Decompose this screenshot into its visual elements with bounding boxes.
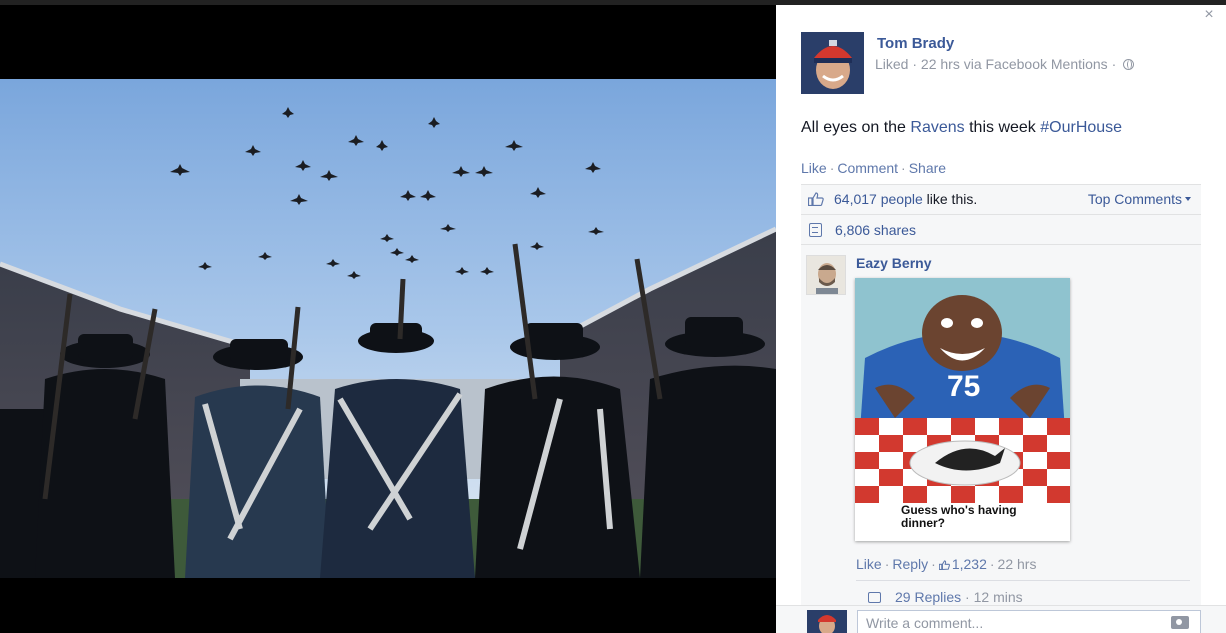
likes-people-link[interactable]: 64,017 people — [834, 191, 923, 207]
replies-count[interactable]: 29 Replies — [895, 589, 961, 605]
post-text: All eyes on the Ravens this week #OurHou… — [801, 119, 1122, 137]
viewer-avatar — [807, 610, 847, 633]
like-link[interactable]: Like — [801, 160, 827, 176]
likes-summary: 64,017 people like this. — [834, 191, 977, 207]
thumbs-up-icon — [808, 192, 824, 206]
share-icon — [809, 223, 822, 237]
shares-link[interactable]: 6,806 shares — [835, 222, 916, 238]
photo-stage[interactable] — [0, 5, 776, 633]
feedback-panel: 64,017 people like this. Top Comments 6,… — [801, 184, 1201, 633]
jersey-number: 75 — [947, 370, 981, 403]
shares-row: 6,806 shares — [801, 215, 1201, 245]
commenter-avatar[interactable] — [806, 255, 846, 295]
share-link[interactable]: Share — [909, 160, 946, 176]
comment-link[interactable]: Comment — [837, 160, 898, 176]
hashtag-link[interactable]: #OurHouse — [1040, 119, 1122, 136]
comment-image-caption: Guess who's having dinner? — [901, 503, 1017, 530]
main-photo[interactable] — [0, 79, 776, 578]
close-icon[interactable]: × — [1202, 7, 1216, 23]
camera-icon[interactable] — [1171, 616, 1189, 629]
divider — [856, 580, 1190, 581]
comment-like-link[interactable]: Like — [856, 556, 882, 572]
comment-actions: Like · Reply · 1,232 · 22 hrs — [856, 556, 1037, 572]
comment-composer — [776, 605, 1226, 633]
comment-input[interactable] — [857, 610, 1201, 633]
ravens-link[interactable]: Ravens — [910, 119, 964, 136]
likes-suffix: like this. — [922, 191, 978, 207]
comment-time[interactable]: 22 hrs — [998, 556, 1037, 572]
post-actions: Like · Comment · Share — [801, 160, 947, 176]
thumbs-up-icon — [938, 560, 950, 570]
post-meta-text: Liked · 22 hrs via Facebook Mentions · — [875, 56, 1117, 72]
comment-reply-link[interactable]: Reply — [892, 556, 928, 572]
commenter-name[interactable]: Eazy Berny — [856, 255, 931, 271]
post-text-middle: this week — [964, 119, 1041, 136]
photo-viewer: × Tom Brady Liked · 22 hrs via Facebook … — [0, 0, 1226, 633]
chevron-down-icon — [1185, 197, 1191, 201]
globe-icon[interactable] — [1123, 59, 1135, 70]
comment-image[interactable]: 75 Guess who's having dinner? — [855, 278, 1070, 541]
photo-illustration — [0, 79, 776, 578]
post-sidebar: × Tom Brady Liked · 22 hrs via Facebook … — [776, 5, 1226, 633]
replies-time: 12 mins — [973, 589, 1023, 605]
likes-row: 64,017 people like this. Top Comments — [801, 185, 1201, 215]
comment-like-count[interactable]: 1,232 — [952, 556, 987, 572]
top-comments-label: Top Comments — [1087, 191, 1182, 207]
view-replies[interactable]: 29 Replies · 12 mins — [868, 589, 1023, 605]
top-comments-dropdown[interactable]: Top Comments — [1088, 191, 1191, 207]
comment-image-illustration — [855, 278, 1070, 541]
post-author-name[interactable]: Tom Brady — [877, 35, 954, 52]
post-meta: Liked · 22 hrs via Facebook Mentions · — [875, 56, 1135, 72]
reply-icon — [868, 592, 881, 603]
author-avatar[interactable] — [801, 32, 864, 94]
post-text-start: All eyes on the — [801, 119, 911, 136]
